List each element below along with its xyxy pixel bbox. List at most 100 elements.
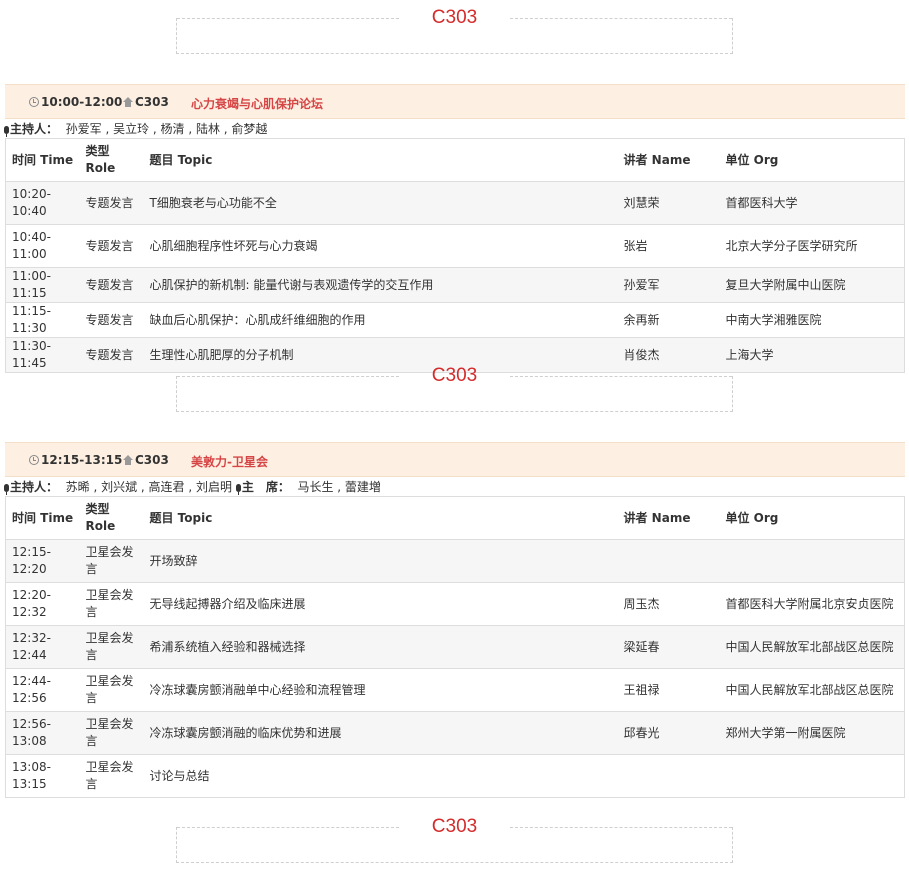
cell-time: 12:20-12:32 [5, 582, 80, 626]
cell-role: 专题发言 [79, 181, 144, 225]
col-org: 单位 Org [725, 510, 779, 525]
cell-role: 卫星会发言 [79, 668, 144, 712]
clock-icon [29, 97, 39, 107]
table-row: 11:15-11:30 专题发言 缺血后心肌保护：心肌成纤维细胞的作用 余再新 … [5, 302, 905, 338]
chair-label: 主持人： [10, 480, 59, 494]
table-row: 10:20-10:40 专题发言 T细胞衰老与心功能不全 刘慧荣 首都医科大学 [5, 181, 905, 225]
cell-org: 首都医科大学 [719, 181, 905, 225]
col-topic: 题目 Topic [149, 152, 213, 167]
table-row: 13:08-13:15 卫星会发言 讨论与总结 [5, 754, 905, 798]
cell-speaker [617, 754, 720, 798]
chair-label: 主持人： [10, 122, 59, 136]
cell-time: 12:15-12:20 [5, 539, 80, 583]
col-role: 类型 Role [85, 502, 116, 533]
microphone-icon [235, 484, 241, 495]
room-banner-title: C303 [431, 7, 478, 28]
cell-topic: 希浦系统植入经验和器械选择 [143, 625, 618, 669]
room-banner-title: C303 [431, 816, 478, 837]
session-time: 12:15-13:15 [29, 453, 122, 467]
cell-role: 卫星会发言 [79, 539, 144, 583]
room-banner: C303 [176, 365, 733, 412]
session-header: 10:00-12:00 C303 心力衰竭与心肌保护论坛 [5, 84, 905, 119]
cell-role: 卫星会发言 [79, 754, 144, 798]
table-row: 11:00-11:15 专题发言 心肌保护的新机制: 能量代谢与表观遗传学的交互… [5, 267, 905, 303]
col-role: 类型 Role [85, 144, 116, 175]
session-room: C303 [123, 95, 169, 109]
table-row: 12:32-12:44 卫星会发言 希浦系统植入经验和器械选择 梁延春 中国人民… [5, 625, 905, 669]
cell-topic: 心肌保护的新机制: 能量代谢与表观遗传学的交互作用 [143, 267, 618, 303]
home-icon [123, 455, 133, 465]
microphone-icon [4, 484, 9, 495]
cell-topic: 开场致辞 [143, 539, 618, 583]
table-row: 12:44-12:56 卫星会发言 冷冻球囊房颤消融单中心经验和流程管理 王祖禄… [5, 668, 905, 712]
cell-speaker [617, 539, 720, 583]
cell-org: 复旦大学附属中山医院 [719, 267, 905, 303]
session-time-text: 12:15-13:15 [41, 453, 123, 467]
session-room-text: C303 [135, 95, 169, 109]
cell-speaker: 邱春光 [617, 711, 720, 755]
session-room: C303 [123, 453, 169, 467]
microphone-icon [4, 126, 9, 137]
cell-speaker: 刘慧荣 [617, 181, 720, 225]
table-row: 10:40-11:00 专题发言 心肌细胞程序性坏死与心力衰竭 张岩 北京大学分… [5, 224, 905, 268]
cell-org: 首都医科大学附属北京安贞医院 [719, 582, 905, 626]
cell-time: 10:20-10:40 [5, 181, 80, 225]
table-header-row: 时间 Time 类型 Role 题目 Topic 讲者 Name 单位 Org [6, 139, 905, 182]
cell-time: 12:32-12:44 [5, 625, 80, 669]
col-speaker: 讲者 Name [623, 152, 691, 167]
clock-icon [29, 455, 39, 465]
cell-role: 卫星会发言 [79, 711, 144, 755]
cell-topic: T细胞衰老与心功能不全 [143, 181, 618, 225]
cell-time: 11:00-11:15 [5, 267, 80, 303]
chair-names: 苏晞 , 刘兴斌 , 高连君 , 刘启明 [65, 480, 232, 494]
col-topic: 题目 Topic [149, 510, 213, 525]
cell-role: 专题发言 [79, 337, 144, 373]
cell-org [719, 754, 905, 798]
session-room-text: C303 [135, 453, 169, 467]
cell-role: 专题发言 [79, 302, 144, 338]
cell-time: 12:56-13:08 [5, 711, 80, 755]
cell-topic: 缺血后心肌保护：心肌成纤维细胞的作用 [143, 302, 618, 338]
cell-speaker: 孙爱军 [617, 267, 720, 303]
cell-topic: 心肌细胞程序性坏死与心力衰竭 [143, 224, 618, 268]
cell-org: 郑州大学第一附属医院 [719, 711, 905, 755]
chair-line: 主持人： 苏晞 , 刘兴斌 , 高连君 , 刘启明 主 席： 马长生 , 蕾建増 [4, 479, 381, 495]
cell-time: 11:15-11:30 [5, 302, 80, 338]
session-header: 12:15-13:15 C303 美敦力-卫星会 [5, 442, 905, 477]
cell-role: 卫星会发言 [79, 582, 144, 626]
home-icon [123, 97, 133, 107]
room-banner: C303 [176, 7, 733, 54]
cell-org: 中国人民解放军北部战区总医院 [719, 625, 905, 669]
col-speaker: 讲者 Name [623, 510, 691, 525]
cell-role: 专题发言 [79, 224, 144, 268]
chair-line: 主持人： 孙爱军 , 吴立玲 , 杨清 , 陆林 , 俞梦越 [4, 121, 267, 137]
cell-org: 北京大学分子医学研究所 [719, 224, 905, 268]
cell-speaker: 王祖禄 [617, 668, 720, 712]
col-time: 时间 Time [12, 152, 74, 167]
chair-names: 孙爱军 , 吴立玲 , 杨清 , 陆林 , 俞梦越 [65, 122, 268, 136]
table-row: 12:20-12:32 卫星会发言 无导线起搏器介绍及临床进展 周玉杰 首都医科… [5, 582, 905, 626]
chairman-label: 主 席： [241, 480, 290, 494]
table-row: 12:15-12:20 卫星会发言 开场致辞 [5, 539, 905, 583]
cell-topic: 讨论与总结 [143, 754, 618, 798]
room-banner-title: C303 [431, 365, 478, 386]
cell-speaker: 梁延春 [617, 625, 720, 669]
session-time-text: 10:00-12:00 [41, 95, 123, 109]
cell-role: 卫星会发言 [79, 625, 144, 669]
chairman-names: 马长生 , 蕾建増 [297, 480, 381, 494]
cell-topic: 冷冻球囊房颤消融的临床优势和进展 [143, 711, 618, 755]
session-title[interactable]: 美敦力-卫星会 [191, 453, 268, 470]
schedule-table: 时间 Time 类型 Role 题目 Topic 讲者 Name 单位 Org … [5, 138, 905, 373]
table-row: 12:56-13:08 卫星会发言 冷冻球囊房颤消融的临床优势和进展 邱春光 郑… [5, 711, 905, 755]
col-org: 单位 Org [725, 152, 779, 167]
session-time: 10:00-12:00 [29, 95, 122, 109]
session-title[interactable]: 心力衰竭与心肌保护论坛 [191, 95, 323, 112]
cell-org [719, 539, 905, 583]
cell-time: 13:08-13:15 [5, 754, 80, 798]
cell-time: 10:40-11:00 [5, 224, 80, 268]
cell-speaker: 周玉杰 [617, 582, 720, 626]
cell-org: 上海大学 [719, 337, 905, 373]
col-time: 时间 Time [12, 510, 74, 525]
schedule-table: 时间 Time 类型 Role 题目 Topic 讲者 Name 单位 Org … [5, 496, 905, 798]
cell-speaker: 余再新 [617, 302, 720, 338]
